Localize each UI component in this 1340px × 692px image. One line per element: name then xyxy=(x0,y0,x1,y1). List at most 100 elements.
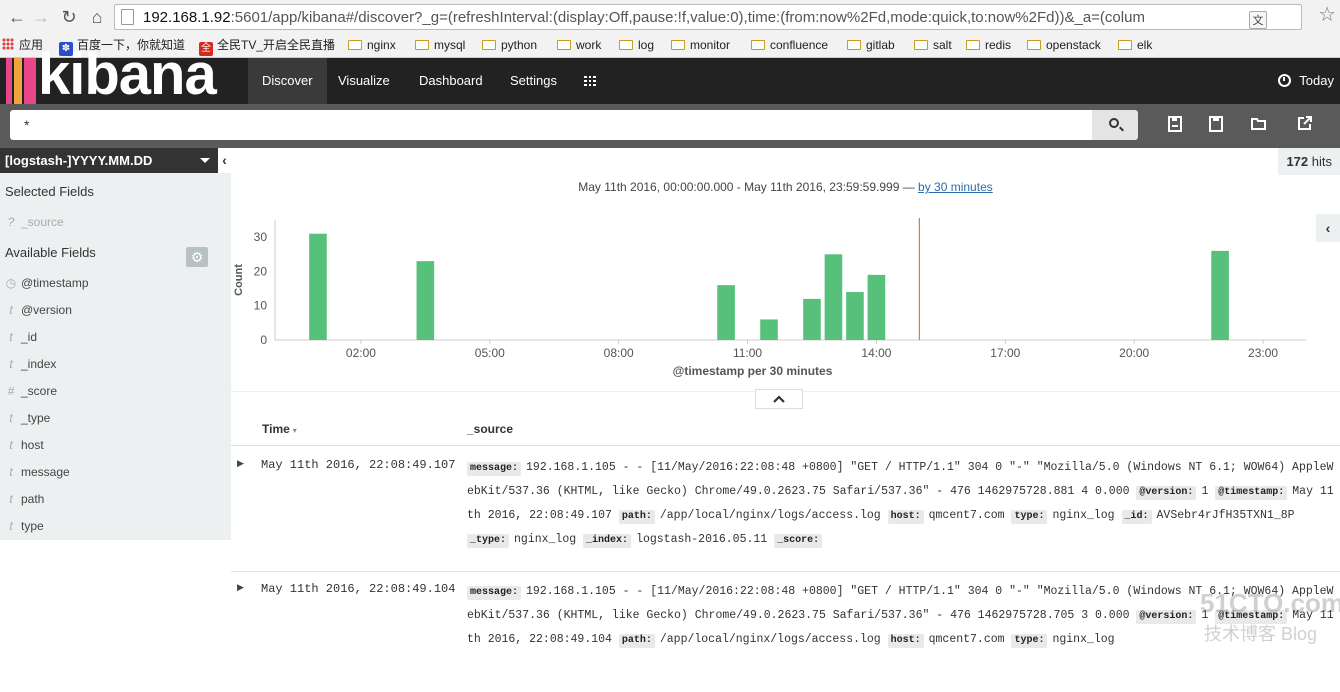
tab-dashboard[interactable]: Dashboard xyxy=(405,58,497,104)
field-item[interactable]: ◷ @timestamp xyxy=(0,272,231,294)
bookmark-salt[interactable]: salt xyxy=(914,37,952,53)
source-field-key: host: xyxy=(887,634,924,648)
sort-desc-icon[interactable]: ▾ xyxy=(293,426,297,435)
histogram-bar xyxy=(803,298,821,340)
field-item[interactable]: t _id xyxy=(0,326,231,348)
bookmark-star-icon[interactable]: ☆ xyxy=(1318,2,1336,28)
reload-icon[interactable]: ↻ xyxy=(58,6,80,28)
new-search-icon[interactable] xyxy=(1168,116,1184,132)
field-item[interactable]: t path xyxy=(0,488,231,510)
watermark: 51CTO.com xyxy=(1200,588,1340,618)
folder-icon xyxy=(348,40,362,50)
back-icon[interactable]: ← xyxy=(6,6,28,28)
y-tick-label: 20 xyxy=(254,264,268,278)
search-button[interactable] xyxy=(1092,110,1138,140)
field-sidebar: [logstash-]YYYY.MM.DD ‹ Selected Fields … xyxy=(0,148,231,540)
tab-settings[interactable]: Settings xyxy=(496,58,571,104)
folder-icon xyxy=(415,40,429,50)
gear-icon[interactable]: ⚙ xyxy=(186,247,208,267)
field-type-icon: t xyxy=(9,411,13,425)
bookmark-label: gitlab xyxy=(866,38,895,52)
field-item[interactable]: t _type xyxy=(0,407,231,429)
grid-icon[interactable] xyxy=(584,76,596,86)
x-tick-label: 11:00 xyxy=(733,346,762,360)
available-fields-title: Available Fields xyxy=(5,245,96,260)
field-item[interactable]: t type xyxy=(0,515,231,537)
column-header-time[interactable]: Time ▾ xyxy=(262,422,297,436)
bookmark-gitlab[interactable]: gitlab xyxy=(847,37,895,53)
bookmark-redis[interactable]: redis xyxy=(966,37,1011,53)
column-header-source[interactable]: _source xyxy=(467,422,513,436)
source-field-value: /app/local/nginx/logs/access.log xyxy=(659,509,881,522)
source-field-value: qmcent7.com xyxy=(928,509,1005,522)
share-icon[interactable] xyxy=(1298,116,1314,132)
save-search-icon[interactable] xyxy=(1209,116,1225,132)
field-item[interactable]: t @version xyxy=(0,299,231,321)
field-type-icon: t xyxy=(9,438,13,452)
field-name: _index xyxy=(21,357,57,371)
source-field-value: 1 xyxy=(1201,485,1209,498)
bookmark-python[interactable]: python xyxy=(482,37,537,53)
kibana-logo[interactable]: kibana xyxy=(0,44,240,106)
forward-icon[interactable]: → xyxy=(30,6,52,28)
field-item[interactable]: # _score xyxy=(0,380,231,402)
bookmark-elk[interactable]: elk xyxy=(1118,37,1152,53)
bookmark-quanmin[interactable]: 全全民TV_开启全民直播 xyxy=(199,37,335,56)
bookmark-log[interactable]: log xyxy=(619,37,654,53)
query-input[interactable] xyxy=(10,110,1092,140)
chevron-left-icon[interactable]: ‹ xyxy=(1316,214,1340,242)
bookmark-apps[interactable]: 应用 xyxy=(2,37,43,53)
url-path: :5601/app/kibana#/discover?_g=(refreshIn… xyxy=(230,9,1145,26)
bookmark-work[interactable]: work xyxy=(557,37,601,53)
collapse-sidebar-icon[interactable]: ‹ xyxy=(218,148,231,173)
bookmark-label: work xyxy=(576,38,602,52)
folder-icon xyxy=(914,40,928,50)
source-field-value: nginx_log xyxy=(1052,633,1115,646)
translate-icon[interactable]: 文 xyxy=(1249,11,1267,29)
address-bar[interactable]: 192.168.1.92:5601/app/kibana#/discover?_… xyxy=(114,4,1302,30)
histogram-bar xyxy=(309,233,327,340)
open-search-icon[interactable] xyxy=(1251,117,1267,133)
field-item[interactable]: t _index xyxy=(0,353,231,375)
expand-row-icon[interactable]: ▶ xyxy=(237,582,244,593)
field-name: _source xyxy=(21,215,64,229)
source-field-value: AVSebr4rJfH35TXN1_8P xyxy=(1156,509,1295,522)
source-field-value: logstash-2016.05.11 xyxy=(636,533,768,546)
hits-label: hits xyxy=(1311,154,1332,169)
collapse-chart-button[interactable] xyxy=(755,389,803,409)
histogram-bar xyxy=(717,285,735,340)
home-icon[interactable]: ⌂ xyxy=(86,6,108,28)
bookmark-openstack[interactable]: openstack xyxy=(1027,37,1101,53)
source-field-key: _index: xyxy=(583,534,632,548)
tab-discover[interactable]: Discover xyxy=(248,58,327,104)
search-icon xyxy=(1109,118,1119,128)
bookmark-mysql[interactable]: mysql xyxy=(415,37,465,53)
bookmark-monitor[interactable]: monitor xyxy=(671,37,730,53)
field-name: host xyxy=(21,438,44,452)
field-item[interactable]: t host xyxy=(0,434,231,456)
interval-link[interactable]: by 30 minutes xyxy=(918,180,993,194)
table-row[interactable]: ▶ May 11th 2016, 22:08:49.104 message: 192.… xyxy=(231,572,1340,692)
clock-icon xyxy=(1278,74,1292,87)
table-row[interactable]: ▶ May 11th 2016, 22:08:49.107 message: 192.… xyxy=(231,448,1340,572)
source-field-key: _score: xyxy=(774,534,823,548)
bookmark-confluence[interactable]: confluence xyxy=(751,37,828,53)
index-pattern-selector[interactable]: [logstash-]YYYY.MM.DD xyxy=(0,148,218,173)
tab-visualize[interactable]: Visualize xyxy=(324,58,404,104)
column-label: Time xyxy=(262,422,290,436)
field-item[interactable]: t message xyxy=(0,461,231,483)
histogram-bar xyxy=(416,261,435,340)
logo-text: kibana xyxy=(38,42,217,107)
field-name: _score xyxy=(21,384,58,398)
url-text: 192.168.1.92:5601/app/kibana#/discover?_… xyxy=(143,8,1288,27)
bookmark-label: elk xyxy=(1137,38,1153,52)
time-picker[interactable]: Today xyxy=(1278,58,1334,104)
field-item-source[interactable]: ? _source xyxy=(0,211,231,233)
bookmark-nginx[interactable]: nginx xyxy=(348,37,396,53)
histogram-bar xyxy=(846,292,864,340)
expand-row-icon[interactable]: ▶ xyxy=(237,458,244,469)
time-range-label: May 11th 2016, 00:00:00.000 - May 11th 2… xyxy=(231,180,1340,194)
source-field-key: _id: xyxy=(1121,510,1152,524)
x-tick-label: 05:00 xyxy=(475,346,505,360)
y-tick-label: 10 xyxy=(254,299,268,313)
